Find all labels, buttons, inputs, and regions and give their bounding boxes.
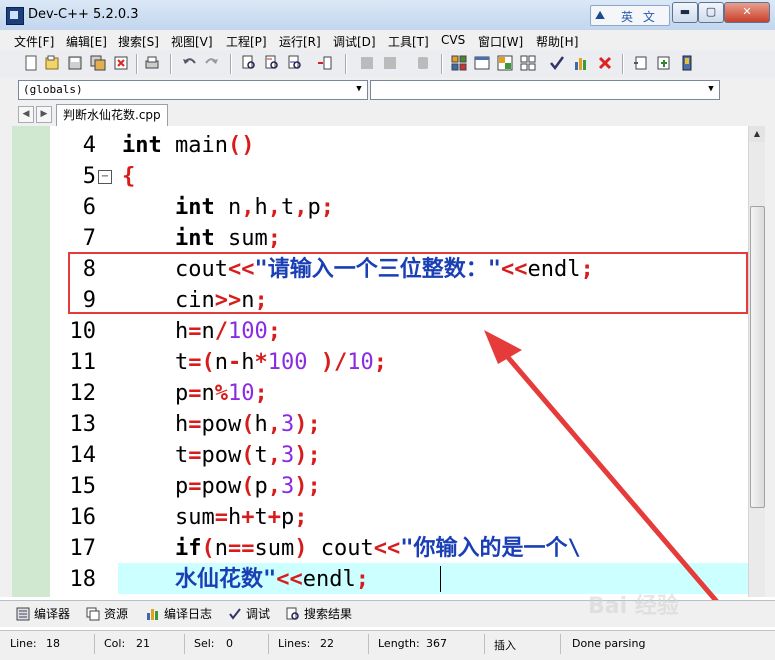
tab-compiler-label: 编译器 xyxy=(34,607,71,621)
status-col-value: 21 xyxy=(136,637,150,650)
code-text[interactable]: t=pow(t,3); xyxy=(122,440,321,471)
tab-compile-log-label: 编译日志 xyxy=(164,607,213,621)
annotation-highlight-box xyxy=(68,252,748,314)
code-line: 6 int n,h,t,p; xyxy=(0,192,700,223)
line-number: 15 xyxy=(69,474,97,499)
status-lines-label: Lines: xyxy=(278,637,311,650)
tab-search-results[interactable]: 搜索结果 xyxy=(284,605,352,624)
code-text[interactable]: p=n%10; xyxy=(122,378,268,409)
status-col-label: Col: xyxy=(104,637,126,650)
line-number: 12 xyxy=(69,381,97,406)
line-number: 7 xyxy=(82,226,96,251)
code-text[interactable]: { xyxy=(122,161,135,192)
code-line: 4 int main() xyxy=(0,130,700,161)
status-length-value: 367 xyxy=(426,637,447,650)
status-parse-state: Done parsing xyxy=(572,637,646,650)
code-text[interactable]: int main() xyxy=(122,130,254,161)
tab-search-results-label: 搜索结果 xyxy=(304,607,353,621)
tab-resources[interactable]: 资源 xyxy=(84,605,128,624)
code-text[interactable]: sum=h+t+p; xyxy=(122,502,308,533)
line-number: 5 xyxy=(82,164,96,189)
line-number: 18 xyxy=(69,567,97,592)
code-line: 5 − { xyxy=(0,161,700,192)
status-insert-mode: 插入 xyxy=(494,639,516,652)
line-number: 13 xyxy=(69,412,97,437)
code-text[interactable]: h=n/100; xyxy=(122,316,281,347)
code-text[interactable]: int sum; xyxy=(122,223,281,254)
code-text[interactable]: 水仙花数"<<endl; xyxy=(122,564,369,595)
code-text[interactable]: t=(n-h*100 )/10; xyxy=(122,347,387,378)
line-number: 6 xyxy=(82,195,96,220)
status-sel-label: Sel: xyxy=(194,637,215,650)
tab-resources-label: 资源 xyxy=(104,607,129,621)
search-results-icon xyxy=(286,607,299,620)
watermark-logo: Bai 经验 xyxy=(588,594,679,619)
tab-compile-log[interactable]: 编译日志 xyxy=(144,605,212,624)
tab-debug[interactable]: 调试 xyxy=(226,605,270,624)
status-line-label: Line: xyxy=(10,637,37,650)
line-number: 11 xyxy=(69,350,97,375)
compile-log-icon xyxy=(147,609,158,620)
line-number: 14 xyxy=(69,443,97,468)
status-sel-value: 0 xyxy=(226,637,233,650)
line-number: 4 xyxy=(82,133,96,158)
status-bar: Line: 18 Col: 21 Sel: 0 Lines: 22 Length… xyxy=(0,630,775,660)
resources-icon xyxy=(86,607,100,621)
code-text[interactable]: p=pow(p,3); xyxy=(122,471,321,502)
line-number: 16 xyxy=(69,505,97,530)
fold-toggle-icon[interactable]: − xyxy=(98,170,112,184)
code-text[interactable]: int n,h,t,p; xyxy=(122,192,334,223)
annotation-arrow-icon xyxy=(484,330,738,626)
status-line-value: 18 xyxy=(46,637,60,650)
compiler-icon xyxy=(16,607,30,621)
line-number: 10 xyxy=(69,319,97,344)
tab-debug-label: 调试 xyxy=(246,607,271,621)
status-length-label: Length: xyxy=(378,637,420,650)
scroll-up-icon[interactable]: ▲ xyxy=(749,126,765,142)
string-literal: 水仙花数" xyxy=(174,567,277,592)
window-right-edge xyxy=(765,126,775,597)
code-line: 7 int sum; xyxy=(0,223,700,254)
line-number: 17 xyxy=(69,536,97,561)
scrollbar-thumb[interactable] xyxy=(750,206,765,508)
text-caret xyxy=(440,566,441,592)
tab-compiler[interactable]: 编译器 xyxy=(14,605,70,624)
status-lines-value: 22 xyxy=(320,637,334,650)
debug-check-icon xyxy=(229,608,241,620)
code-text[interactable]: h=pow(h,3); xyxy=(122,409,321,440)
